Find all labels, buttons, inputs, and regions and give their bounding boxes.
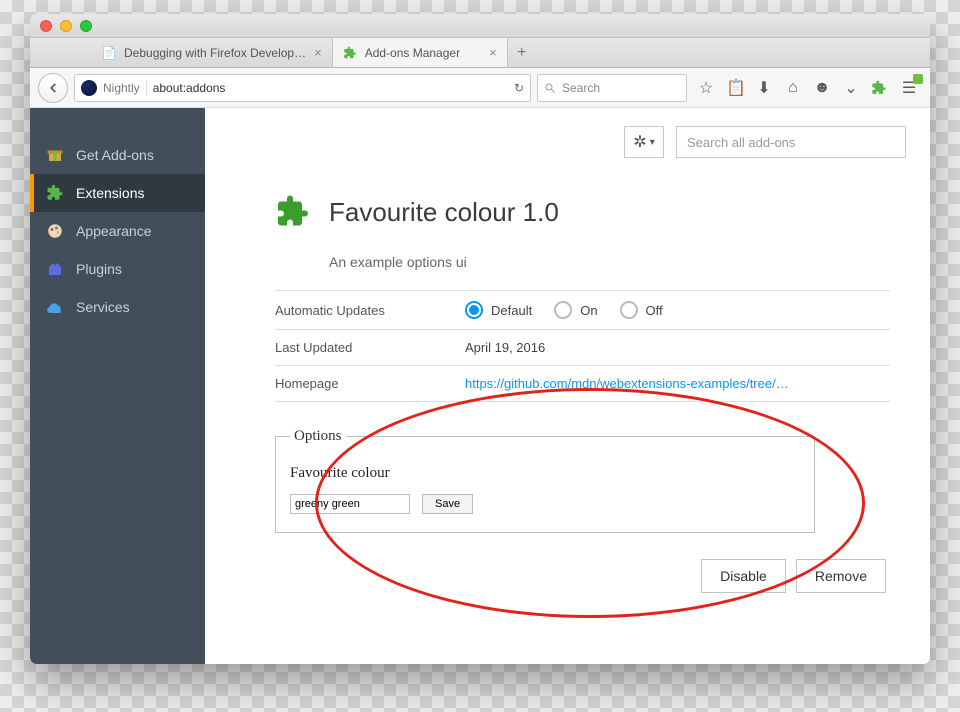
- smiley-icon[interactable]: ☻: [813, 79, 831, 97]
- menu-button[interactable]: ☰: [900, 78, 918, 98]
- toolbar-icons: ☆ 📋 ⬇ ⌂ ☻ ⌄ ☰: [693, 78, 922, 98]
- addon-description: An example options ui: [329, 254, 890, 270]
- sidebar-item-appearance[interactable]: Appearance: [30, 212, 205, 250]
- row-label: Automatic Updates: [275, 303, 465, 318]
- row-label: Last Updated: [275, 340, 465, 355]
- browser-window: 📄 Debugging with Firefox Develop… × Add-…: [30, 14, 930, 664]
- tab-debugging[interactable]: 📄 Debugging with Firefox Develop… ×: [92, 38, 333, 67]
- row-homepage: Homepage https://github.com/mdn/webexten…: [275, 365, 890, 402]
- nightly-icon: [81, 80, 97, 96]
- close-window-button[interactable]: [40, 20, 52, 32]
- navigation-toolbar: Nightly about:addons ↻ Search ☆ 📋 ⬇ ⌂ ☻ …: [30, 68, 930, 108]
- radio-icon: [620, 301, 638, 319]
- identity-label: Nightly: [103, 81, 147, 95]
- remove-button[interactable]: Remove: [796, 559, 886, 593]
- sidebar-item-get-addons[interactable]: Get Add-ons: [30, 136, 205, 174]
- search-icon: [544, 82, 556, 94]
- clipboard-icon[interactable]: 📋: [726, 78, 744, 98]
- downloads-icon[interactable]: ⬇: [755, 78, 773, 98]
- addon-title: Favourite colour 1.0: [329, 197, 559, 228]
- addons-topbar: ✲ ▾: [205, 108, 930, 158]
- tab-label: Add-ons Manager: [365, 46, 460, 60]
- chevron-down-icon: ▾: [650, 137, 655, 148]
- disable-button[interactable]: Disable: [701, 559, 786, 593]
- zoom-window-button[interactable]: [80, 20, 92, 32]
- search-bar[interactable]: Search: [537, 74, 687, 102]
- arrow-left-icon: [46, 81, 60, 95]
- label: Extensions: [76, 185, 144, 201]
- addons-search-input[interactable]: [676, 126, 906, 158]
- sidebar-item-services[interactable]: Services: [30, 288, 205, 326]
- tab-close-icon[interactable]: ×: [314, 45, 322, 60]
- url-bar[interactable]: Nightly about:addons ↻: [74, 74, 531, 102]
- content-area: Get Add-ons Extensions Appearance Plugin…: [30, 108, 930, 664]
- option-field-label: Favourite colour: [290, 465, 800, 482]
- titlebar: [30, 14, 930, 38]
- reload-icon[interactable]: ↻: [514, 81, 524, 95]
- addons-sidebar: Get Add-ons Extensions Appearance Plugin…: [30, 108, 205, 664]
- tab-addons-manager[interactable]: Add-ons Manager ×: [333, 38, 508, 67]
- row-value: April 19, 2016: [465, 340, 545, 355]
- puzzle-icon: [343, 46, 357, 60]
- url-text: about:addons: [153, 81, 226, 95]
- bookmark-star-icon[interactable]: ☆: [697, 78, 715, 98]
- radio-icon: [465, 301, 483, 319]
- sidebar-item-plugins[interactable]: Plugins: [30, 250, 205, 288]
- home-icon[interactable]: ⌂: [784, 79, 802, 97]
- new-tab-button[interactable]: +: [508, 38, 536, 67]
- addons-main: ✲ ▾ Favourite colour 1.0 An example opti…: [205, 108, 930, 664]
- label: Appearance: [76, 223, 152, 239]
- label: Services: [76, 299, 130, 315]
- page-icon: 📄: [102, 46, 116, 60]
- radio-off[interactable]: Off: [620, 301, 663, 319]
- options-legend: Options: [290, 428, 346, 445]
- radio-icon: [554, 301, 572, 319]
- tools-menu-button[interactable]: ✲ ▾: [624, 126, 664, 158]
- back-button[interactable]: [38, 73, 68, 103]
- tab-label: Debugging with Firefox Develop…: [124, 46, 306, 60]
- row-label: Homepage: [275, 376, 465, 391]
- addon-icon: [275, 194, 311, 230]
- row-last-updated: Last Updated April 19, 2016: [275, 329, 890, 365]
- radio-default[interactable]: Default: [465, 301, 532, 319]
- save-button[interactable]: Save: [422, 494, 473, 514]
- window-controls: [40, 20, 92, 32]
- homepage-link[interactable]: https://github.com/mdn/webextensions-exa…: [465, 376, 789, 391]
- addon-puzzle-icon[interactable]: [871, 80, 889, 96]
- notification-badge: [913, 74, 923, 84]
- options-panel: Options Favourite colour Save: [275, 428, 815, 533]
- label: Plugins: [76, 261, 122, 277]
- gear-icon: ✲: [633, 132, 646, 152]
- box-icon: [46, 146, 64, 164]
- pocket-icon[interactable]: ⌄: [842, 78, 860, 98]
- favourite-colour-input[interactable]: [290, 494, 410, 514]
- radio-on[interactable]: On: [554, 301, 597, 319]
- palette-icon: [46, 222, 64, 240]
- label: Get Add-ons: [76, 147, 154, 163]
- minimize-window-button[interactable]: [60, 20, 72, 32]
- puzzle-icon: [46, 184, 64, 202]
- search-placeholder: Search: [562, 81, 600, 95]
- cloud-icon: [46, 298, 64, 316]
- addon-detail: Favourite colour 1.0 An example options …: [205, 158, 930, 593]
- row-automatic-updates: Automatic Updates Default On Off: [275, 290, 890, 329]
- tab-close-icon[interactable]: ×: [489, 45, 497, 60]
- lego-icon: [46, 260, 64, 278]
- sidebar-item-extensions[interactable]: Extensions: [30, 174, 205, 212]
- tab-strip: 📄 Debugging with Firefox Develop… × Add-…: [30, 38, 930, 68]
